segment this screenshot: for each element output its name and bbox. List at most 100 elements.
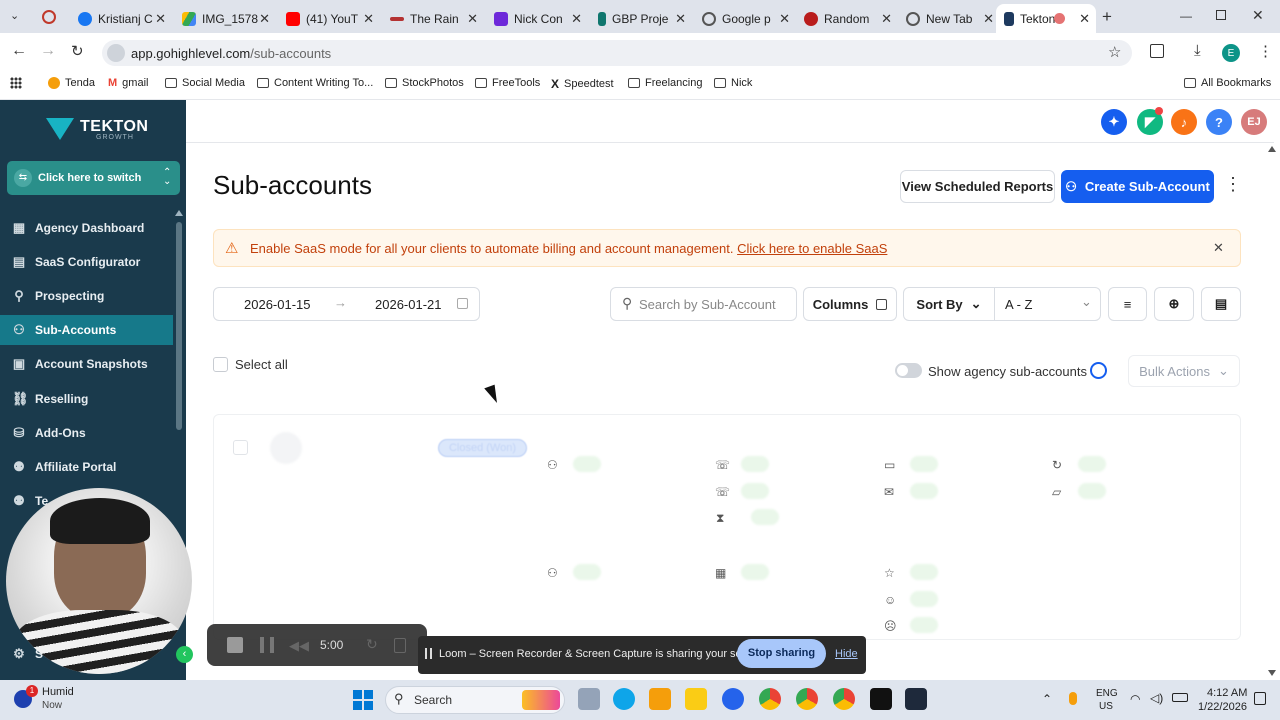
sidebar-item-account-snapshots[interactable]: ▣ Account Snapshots <box>12 349 148 379</box>
sticky-notes-icon[interactable] <box>685 688 707 710</box>
star-icon[interactable]: ☆ <box>1108 43 1121 61</box>
tab-google[interactable]: Google p ✕ <box>694 4 796 33</box>
main-scroll-down-icon[interactable] <box>1268 670 1276 676</box>
tab-new-tab[interactable]: New Tab ✕ <box>898 4 1000 33</box>
close-icon[interactable]: ✕ <box>779 11 790 27</box>
sort-by-button[interactable]: Sort By ⌄ <box>903 287 995 321</box>
record-tab-icon[interactable] <box>42 10 56 24</box>
tab-nick[interactable]: Nick Con ✕ <box>486 4 588 33</box>
trash-icon[interactable] <box>394 638 406 653</box>
sidebar-item-reselling[interactable]: ⛓ Reselling <box>12 384 88 414</box>
extensions-icon[interactable] <box>1150 44 1164 58</box>
bookmark-freetools[interactable]: FreeTools <box>475 77 540 89</box>
filter-button[interactable]: ≡ <box>1108 287 1147 321</box>
pause-button[interactable] <box>260 637 274 653</box>
search-input[interactable]: Search by Sub-Account <box>639 297 776 312</box>
tab-search-button[interactable]: ⌄ <box>10 9 19 22</box>
restore-button[interactable] <box>1216 10 1226 20</box>
bookmark-stockphotos[interactable]: StockPhotos <box>385 77 464 89</box>
close-icon[interactable]: ✕ <box>571 11 582 27</box>
main-scroll-up-icon[interactable] <box>1268 146 1276 152</box>
bookmark-nick[interactable]: Nick <box>714 77 752 89</box>
reload-icon[interactable]: ↻ <box>71 42 84 60</box>
export-button[interactable]: ⊕ <box>1154 287 1194 321</box>
close-icon[interactable]: ✕ <box>675 11 686 27</box>
app-icon[interactable] <box>722 688 744 710</box>
snipping-tool-icon[interactable] <box>905 688 927 710</box>
sidebar-scrollbar[interactable] <box>176 222 182 430</box>
windows-start-icon[interactable] <box>353 690 373 710</box>
close-icon[interactable]: ✕ <box>155 11 166 27</box>
help-button[interactable]: ? <box>1206 109 1232 135</box>
enable-saas-link[interactable]: Click here to enable SaaS <box>737 241 887 256</box>
tab-random[interactable]: Random ✕ <box>796 4 898 33</box>
tab-tekton-active[interactable]: Tekton ✕ <box>996 4 1096 33</box>
search-box[interactable]: ⚲ Search by Sub-Account <box>610 287 797 321</box>
tab-img[interactable]: IMG_1578 ✕ <box>174 4 276 33</box>
bookmark-gmail[interactable]: Mgmail <box>108 77 148 89</box>
close-icon[interactable]: ✕ <box>363 11 374 27</box>
weather-label[interactable]: Humid <box>42 686 74 698</box>
clock-time[interactable]: 4:12 AM <box>1207 687 1247 699</box>
sidebar-item-add-ons[interactable]: ⛁ Add-Ons <box>12 418 86 448</box>
task-view-icon[interactable] <box>578 688 600 710</box>
create-sub-account-button[interactable]: ⚇ Create Sub-Account <box>1061 170 1214 203</box>
magic-wand-button[interactable]: ✦ <box>1101 109 1127 135</box>
stop-recording-button[interactable] <box>227 637 243 653</box>
language-label[interactable]: ENG <box>1096 688 1118 699</box>
profile-avatar[interactable]: E <box>1222 44 1240 62</box>
capcut-icon[interactable] <box>870 688 892 710</box>
tray-chevron-icon[interactable]: ⌃ <box>1042 692 1052 706</box>
sidebar-item-sub-accounts[interactable]: ⚇ Sub-Accounts <box>12 315 116 345</box>
bookmark-social-media[interactable]: Social Media <box>165 77 245 89</box>
sidebar-item-prospecting[interactable]: ⚲ Prospecting <box>12 281 104 311</box>
tab-the-rain[interactable]: The Rain ✕ <box>382 4 484 33</box>
tab-kristianj[interactable]: Kristianj C ✕ <box>70 4 172 33</box>
select-all-checkbox[interactable] <box>213 357 228 372</box>
close-icon[interactable]: ✕ <box>1079 11 1090 27</box>
hide-button[interactable]: Hide <box>835 648 858 660</box>
edge-icon[interactable] <box>613 688 635 710</box>
webcam-collapse-button[interactable]: ‹ <box>176 646 193 663</box>
date-range-picker[interactable]: 2026-01-15 → 2026-01-21 <box>213 287 480 321</box>
volume-icon[interactable]: ◁) <box>1150 691 1163 705</box>
close-icon[interactable]: ✕ <box>983 11 994 27</box>
all-bookmarks[interactable]: All Bookmarks <box>1184 77 1271 89</box>
notifications-icon[interactable] <box>1254 692 1266 705</box>
view-scheduled-reports-button[interactable]: View Scheduled Reports <box>900 170 1055 203</box>
minimize-button[interactable]: — <box>1180 9 1192 23</box>
browser-menu-icon[interactable]: ⋮ <box>1258 42 1273 60</box>
tab-gbp[interactable]: GBP Proje ✕ <box>590 4 692 33</box>
battery-icon[interactable] <box>1172 693 1188 702</box>
stop-sharing-button[interactable]: Stop sharing <box>737 639 826 668</box>
download-icon[interactable]: ⤓ <box>1194 42 1201 59</box>
url-text[interactable]: app.gohighlevel.com/sub-accounts <box>131 46 331 61</box>
site-info-icon[interactable] <box>107 44 125 62</box>
webcam-bubble[interactable] <box>6 488 192 674</box>
chrome-icon[interactable] <box>759 688 781 710</box>
restart-icon[interactable]: ↻ <box>366 636 378 653</box>
wifi-icon[interactable]: ◠ <box>1130 692 1140 706</box>
forward-arrow-icon[interactable]: → <box>40 42 56 60</box>
file-explorer-icon[interactable] <box>649 688 671 710</box>
sort-order-select[interactable]: A - Z ⌄ <box>994 287 1101 321</box>
bookmark-tenda[interactable]: Tenda <box>48 77 95 89</box>
back-arrow-icon[interactable]: ← <box>11 42 27 60</box>
chrome-profile-icon[interactable] <box>833 688 855 710</box>
history-icon[interactable] <box>1090 362 1107 379</box>
close-icon[interactable]: ✕ <box>881 11 892 27</box>
close-icon[interactable]: ✕ <box>259 11 270 27</box>
sidebar-item-agency-dashboard[interactable]: ▦ Agency Dashboard <box>12 213 145 243</box>
banner-close-icon[interactable]: ✕ <box>1213 240 1224 256</box>
row-checkbox[interactable] <box>233 440 248 455</box>
sidebar-item-saas-configurator[interactable]: ▤ SaaS Configurator <box>12 247 141 277</box>
bookmark-speedtest[interactable]: X Speedtest <box>551 77 614 91</box>
more-options-icon[interactable]: ⋮ <box>1224 174 1242 195</box>
bookmark-freelancing[interactable]: Freelancing <box>628 77 702 89</box>
sidebar-item-affiliate-portal[interactable]: ⚉ Affiliate Portal <box>12 452 116 482</box>
show-agency-toggle[interactable] <box>895 363 922 378</box>
bulk-actions-button[interactable]: Bulk Actions ⌄ <box>1128 355 1240 387</box>
bell-icon[interactable]: ♪ <box>1171 109 1197 135</box>
chrome-profile-icon[interactable] <box>796 688 818 710</box>
columns-button[interactable]: Columns <box>803 287 897 321</box>
